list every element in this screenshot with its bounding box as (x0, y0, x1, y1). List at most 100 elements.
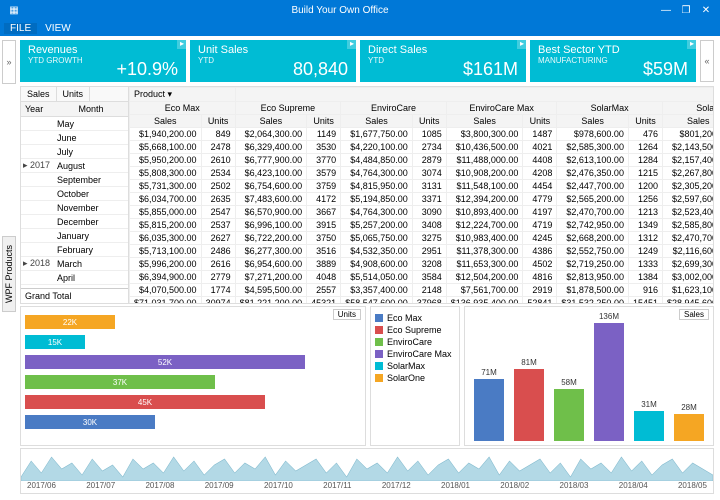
month-cell: February (55, 245, 128, 255)
hbar[interactable]: 52K (25, 355, 305, 369)
timeline-tick: 2018/05 (678, 481, 707, 490)
pivot-cell: $2,157,400.00 (662, 154, 713, 167)
pivot-cell: $6,034,700.00 (130, 193, 202, 206)
kpi-direct-sales[interactable]: ▸ Direct Sales YTD $161M (360, 40, 526, 82)
legend-item[interactable]: Eco Supreme (375, 325, 455, 335)
pivot-cell: 3889 (307, 258, 341, 271)
pivot-cell: 2557 (307, 284, 341, 297)
month-cell: September (55, 175, 128, 185)
legend-item[interactable]: SolarOne (375, 373, 455, 383)
pivot-cell: $7,483,600.00 (235, 193, 307, 206)
close-button[interactable]: ✕ (696, 5, 716, 16)
pivot-cell: $5,855,000.00 (130, 206, 202, 219)
timeline-tick: 2017/09 (205, 481, 234, 490)
field-sales[interactable]: Sales (21, 87, 57, 101)
sidebar-tab-products[interactable]: WPF Products (2, 236, 16, 312)
month-cell: November (55, 203, 128, 213)
pivot-total-cell: 52841 (523, 297, 557, 304)
expand-icon[interactable]: ▸ (687, 39, 697, 49)
legend-swatch (375, 362, 383, 370)
pivot-cell: 2879 (412, 154, 446, 167)
kpi-unit-sales[interactable]: ▸ Unit Sales YTD 80,840 (190, 40, 356, 82)
sales-bar-chart[interactable]: Sales 71M 81M 58M 136M 31M 28M (464, 306, 714, 446)
field-units[interactable]: Units (57, 87, 91, 101)
pivot-cell: $6,423,100.00 (235, 167, 307, 180)
pivot-cell: 3408 (412, 219, 446, 232)
month-header[interactable]: Month (75, 102, 129, 116)
vbar[interactable]: 71M (474, 379, 504, 441)
timeline-chart[interactable]: 2017/062017/072017/082017/092017/102017/… (20, 448, 714, 494)
kpi-title: Direct Sales (368, 44, 518, 56)
vbar[interactable]: 58M (554, 389, 584, 441)
legend-swatch (375, 374, 383, 382)
expand-icon[interactable]: ▸ (347, 39, 357, 49)
hbar[interactable]: 37K (25, 375, 215, 389)
pivot-cell: $10,983,400.00 (446, 232, 523, 245)
vbar[interactable]: 31M (634, 411, 664, 441)
kpi-revenues[interactable]: ▸ Revenues YTD GROWTH +10.9% (20, 40, 186, 82)
pivot-cell: 2148 (412, 284, 446, 297)
kpi-best-sector[interactable]: ▸ Best Sector YTD MANUFACTURING $59M (530, 40, 696, 82)
chart-badge-sales[interactable]: Sales (679, 309, 709, 320)
month-cell: May (55, 119, 128, 129)
year-cell[interactable]: ▸ 2018 (21, 258, 55, 269)
timeline-tick: 2018/01 (441, 481, 470, 490)
pivot-row-label: ▸ 2018March (21, 257, 128, 271)
pivot-cell: 3530 (307, 141, 341, 154)
pivot-row-label: September (21, 173, 128, 187)
vbar[interactable]: 136M (594, 323, 624, 441)
pivot-row-label: November (21, 201, 128, 215)
pivot-cell: $1,940,200.00 (130, 128, 202, 141)
legend-label: EnviroCare Max (387, 349, 452, 359)
hbar-row: 52K (25, 353, 361, 371)
hbar[interactable]: 30K (25, 415, 155, 429)
units-bar-chart[interactable]: Units 22K15K52K37K45K30K (20, 306, 366, 446)
view-tab[interactable]: VIEW (45, 23, 71, 34)
vbar-label: 136M (594, 312, 624, 321)
pivot-cell: 2547 (201, 206, 235, 219)
hbar[interactable]: 45K (25, 395, 265, 409)
vbar[interactable]: 28M (674, 414, 704, 441)
maximize-button[interactable]: ❐ (676, 5, 696, 16)
row-field-tabs[interactable]: Sales Units (21, 87, 128, 102)
timeline-tick: 2017/12 (382, 481, 411, 490)
legend-item[interactable]: Eco Max (375, 313, 455, 323)
pivot-cell: 3208 (412, 258, 446, 271)
pivot-row-area: Sales Units Year Month MayJuneJuly▸ 2017… (21, 87, 129, 303)
file-tab[interactable]: FILE (4, 23, 37, 34)
year-header[interactable]: Year (21, 102, 75, 116)
pivot-cell: 3915 (307, 219, 341, 232)
pivot-cell: $978,600.00 (557, 128, 629, 141)
app-icon[interactable]: ▦ (4, 5, 24, 16)
pivot-cell: 4454 (523, 180, 557, 193)
legend-label: SolarOne (387, 373, 425, 383)
vbar[interactable]: 81M (514, 369, 544, 441)
hbar[interactable]: 22K (25, 315, 115, 329)
pivot-cell: 2502 (201, 180, 235, 193)
year-cell[interactable]: ▸ 2017 (21, 160, 55, 171)
kpi-title: Revenues (28, 44, 178, 56)
pivot-grid[interactable]: Sales Units Year Month MayJuneJuly▸ 2017… (20, 86, 714, 304)
collapse-right-button[interactable]: « (700, 40, 714, 82)
kpi-value: $59M (643, 59, 688, 80)
pivot-cell: 4197 (523, 206, 557, 219)
month-cell: July (55, 147, 128, 157)
pivot-cell: $12,504,200.00 (446, 271, 523, 284)
pivot-cell: $6,754,600.00 (235, 180, 307, 193)
expand-icon[interactable]: ▸ (517, 39, 527, 49)
legend-item[interactable]: EnviroCare Max (375, 349, 455, 359)
pivot-cell: $2,613,100.00 (557, 154, 629, 167)
timeline-tick: 2018/02 (500, 481, 529, 490)
pivot-cell: 916 (628, 284, 662, 297)
legend-item[interactable]: SolarMax (375, 361, 455, 371)
expand-icon[interactable]: ▸ (177, 39, 187, 49)
collapse-left-button[interactable]: » (2, 40, 16, 84)
pivot-cell: 2734 (412, 141, 446, 154)
legend-item[interactable]: EnviroCare (375, 337, 455, 347)
timeline-tick: 2018/04 (619, 481, 648, 490)
hbar[interactable]: 15K (25, 335, 85, 349)
pivot-data-area[interactable]: Product ▾Eco MaxEco SupremeEnviroCareEnv… (129, 87, 713, 303)
minimize-button[interactable]: — (656, 5, 676, 16)
pivot-total-cell: $136,935,400.00 (446, 297, 523, 304)
pivot-total-cell: $31,532,250.00 (557, 297, 629, 304)
